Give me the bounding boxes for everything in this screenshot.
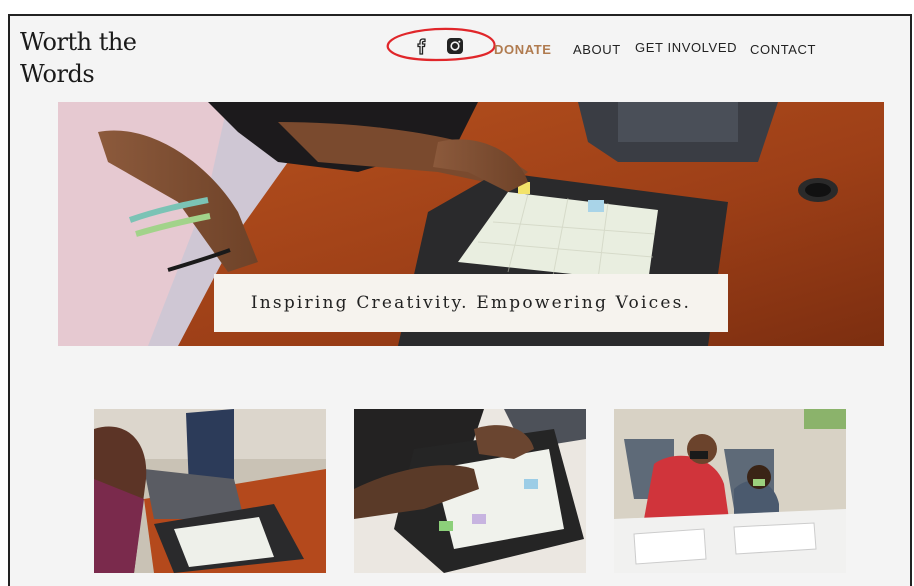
hero-image: Inspiring Creativity. Empowering Voices. bbox=[58, 102, 884, 346]
logo-line-1: Worth the bbox=[20, 28, 137, 56]
nav-donate[interactable]: DONATE bbox=[494, 42, 552, 57]
nav-about[interactable]: ABOUT bbox=[573, 42, 621, 57]
facebook-icon bbox=[417, 38, 426, 55]
facebook-link[interactable] bbox=[414, 36, 428, 61]
nav-get-involved[interactable]: GET INVOLVED bbox=[635, 40, 737, 55]
photo-mentor-student bbox=[614, 409, 846, 573]
gallery-image-3[interactable] bbox=[614, 409, 846, 573]
annotation-circle bbox=[386, 27, 496, 62]
instagram-icon bbox=[447, 38, 463, 54]
instagram-link[interactable] bbox=[446, 37, 464, 60]
photo-student-laptop bbox=[94, 409, 326, 573]
nav-contact[interactable]: CONTACT bbox=[750, 42, 816, 57]
hero-tagline-box: Inspiring Creativity. Empowering Voices. bbox=[214, 274, 728, 332]
photo-launchpad-hands bbox=[354, 409, 586, 573]
browser-page: Worth the Words DONATE ABOUT GET INVOLVE… bbox=[8, 14, 912, 586]
logo-line-2: Words bbox=[20, 60, 95, 88]
site-logo[interactable]: Worth the Words bbox=[20, 26, 137, 90]
hero-tagline: Inspiring Creativity. Empowering Voices. bbox=[250, 293, 692, 313]
gallery-image-1[interactable] bbox=[94, 409, 326, 573]
gallery-image-2[interactable] bbox=[354, 409, 586, 573]
